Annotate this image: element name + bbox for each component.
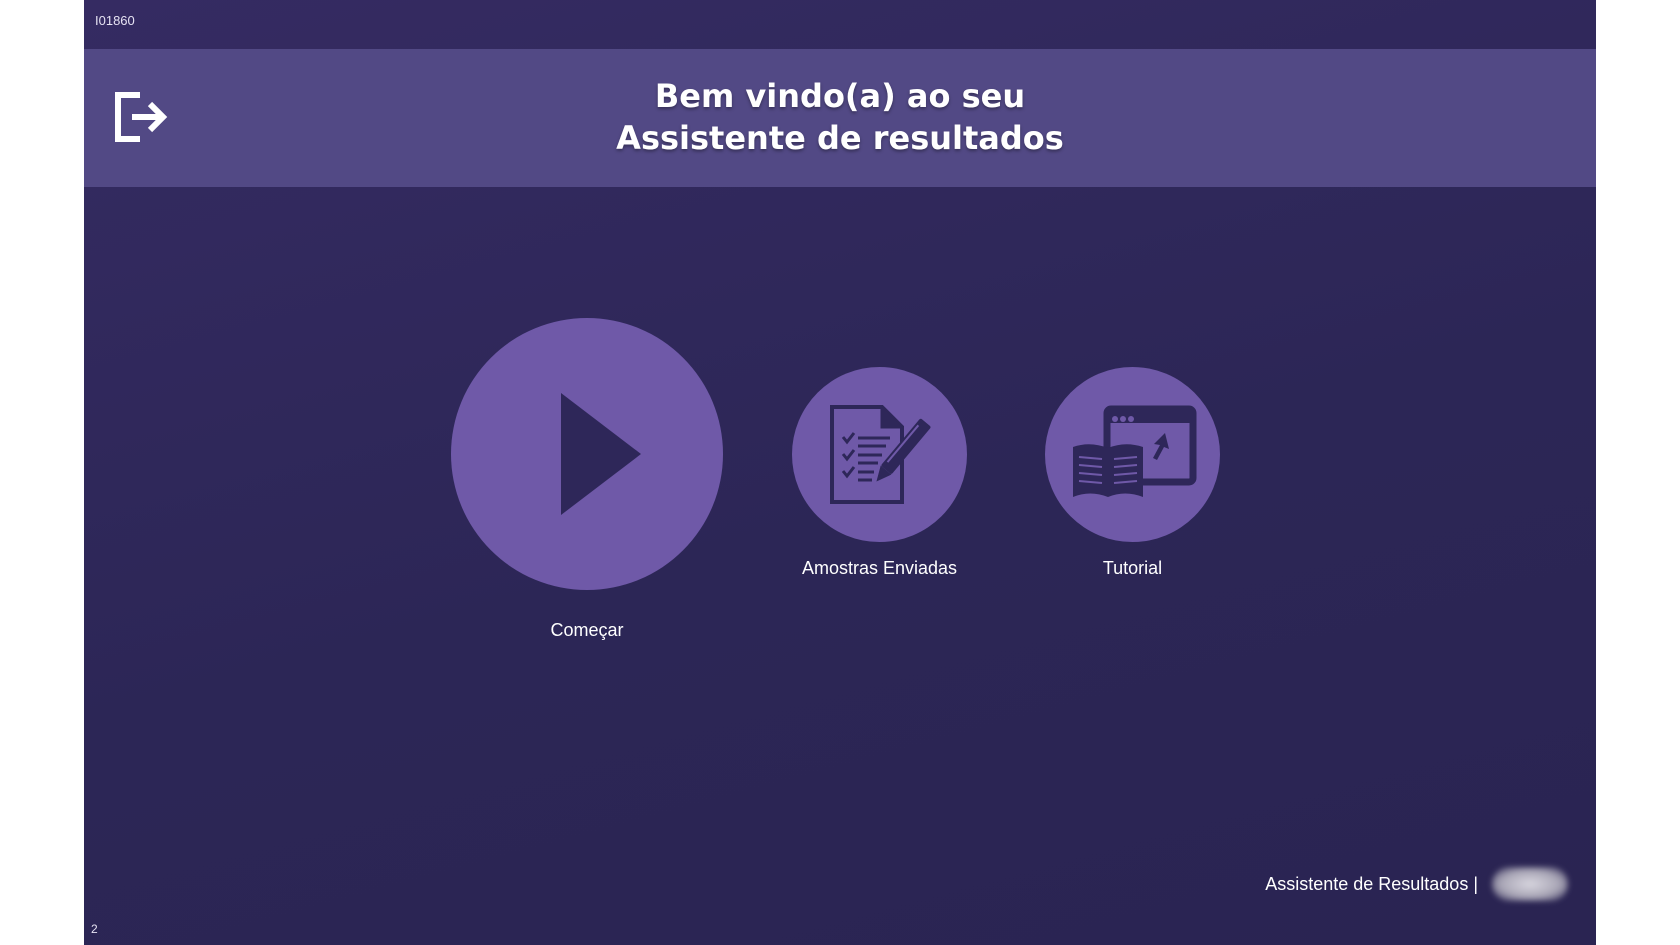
tutorial-button[interactable]: Tutorial <box>1045 367 1220 579</box>
page-title-line-1: Bem vindo(a) ao seu <box>654 77 1026 115</box>
tutorial-book-icon <box>1073 405 1197 497</box>
brand-logo <box>1492 867 1568 901</box>
header-bar: Bem vindo(a) ao seu Assistente de result… <box>84 49 1596 187</box>
sent-samples-label: Amostras Enviadas <box>801 558 958 578</box>
device-id: I01860 <box>95 13 135 28</box>
start-label: Começar <box>550 620 624 640</box>
sent-samples-circle[interactable] <box>792 367 967 542</box>
start-button[interactable]: Começar <box>451 318 723 641</box>
tutorial-label: Tutorial <box>1102 558 1163 578</box>
footer-branding: Assistente de Resultados | <box>1265 866 1568 902</box>
page-title-line-2: Assistente de resultados <box>616 119 1064 157</box>
play-icon <box>561 393 641 515</box>
page-number: 2 <box>91 922 98 936</box>
sent-samples-button[interactable]: Amostras Enviadas <box>792 367 967 579</box>
document-checklist-icon <box>830 405 931 504</box>
app-window: I01860 Bem vindo(a) ao seu Assistente de… <box>84 0 1596 945</box>
start-circle[interactable] <box>451 318 723 590</box>
footer-label: Assistente de Resultados | <box>1265 873 1478 894</box>
page-title: Bem vindo(a) ao seu Assistente de result… <box>84 75 1596 159</box>
tutorial-circle[interactable] <box>1045 367 1220 542</box>
